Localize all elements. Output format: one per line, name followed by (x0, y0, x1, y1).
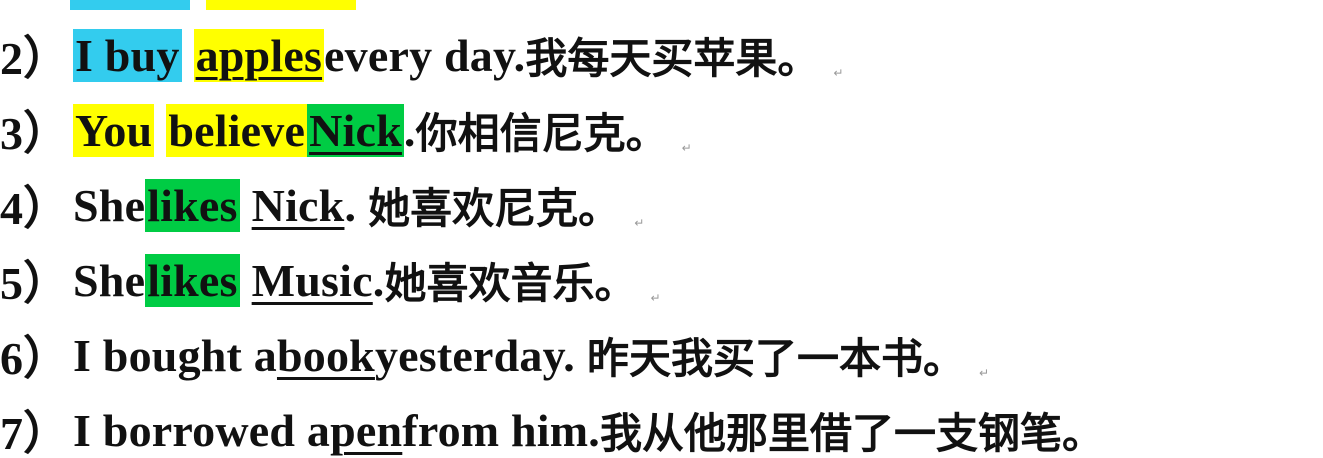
sentence-rest: . (372, 254, 385, 306)
sentence-rest: . (403, 104, 416, 156)
clipped-previous-line (70, 0, 430, 10)
object-word: Nick (251, 179, 345, 231)
sentence-line-7: 7） I borrowed a pen from him. 我从他那里借了一支钢… (0, 393, 1104, 458)
verb-highlight: likes (145, 253, 240, 307)
paragraph-mark-icon: ↵ (650, 291, 661, 305)
subject-verb-highlight: I buy (73, 28, 182, 82)
line-number: 4） (0, 183, 69, 234)
subject-text: She (73, 254, 146, 306)
line-number: 6） (0, 333, 69, 384)
clipped-highlight-yellow (206, 0, 356, 10)
line-number: 2） (0, 33, 69, 84)
object-word: Nick (307, 103, 404, 157)
sentence-line-6: 6） I bought a book yesterday. 昨天我买了一本书。 … (0, 318, 989, 392)
sentence-prefix: I borrowed a (73, 404, 331, 456)
subject-highlight: You (73, 103, 155, 157)
document-page: 2） I buy apples every day. 我每天买苹果。 ↵ 3） … (0, 0, 1323, 458)
chinese-translation: 你相信尼克。 (415, 108, 668, 158)
paragraph-mark-icon: ↵ (978, 366, 990, 380)
object-word: apples (193, 28, 325, 82)
chinese-translation: 她喜欢音乐。 (384, 258, 637, 308)
sentence-prefix: I bought a (73, 329, 277, 381)
object-word: Music (251, 254, 373, 306)
object-word: book (276, 329, 375, 381)
sentence-rest: . (344, 179, 357, 231)
sentence-rest: yesterday. (374, 329, 575, 381)
chinese-translation: 昨天我买了一本书。 (586, 333, 965, 383)
sentence-line-5: 5） She likes Music . 她喜欢音乐。 ↵ (0, 243, 661, 317)
chinese-translation: 我每天买苹果。 (525, 33, 820, 83)
sentence-rest: from him. (402, 404, 601, 456)
verb-highlight: likes (145, 178, 240, 232)
paragraph-mark-icon: ↵ (681, 141, 692, 155)
clipped-highlight-cyan (70, 0, 190, 10)
sentence-line-4: 4） She likes Nick . 她喜欢尼克。 ↵ (0, 168, 644, 242)
verb-highlight: believe (166, 103, 308, 157)
line-number: 3） (0, 108, 69, 159)
sentence-line-3: 3） You believe Nick . 你相信尼克。 ↵ (0, 93, 692, 167)
line-number: 7） (0, 408, 69, 458)
paragraph-mark-icon: ↵ (634, 216, 645, 230)
sentence-line-2: 2） I buy apples every day. 我每天买苹果。 ↵ (0, 18, 843, 92)
chinese-translation: 她喜欢尼克。 (368, 183, 621, 233)
subject-text: She (73, 179, 146, 231)
line-number: 5） (0, 258, 69, 309)
chinese-translation: 我从他那里借了一支钢笔。 (600, 408, 1105, 458)
object-word: pen (330, 404, 403, 456)
sentence-rest: every day. (324, 29, 526, 81)
paragraph-mark-icon: ↵ (833, 66, 844, 80)
